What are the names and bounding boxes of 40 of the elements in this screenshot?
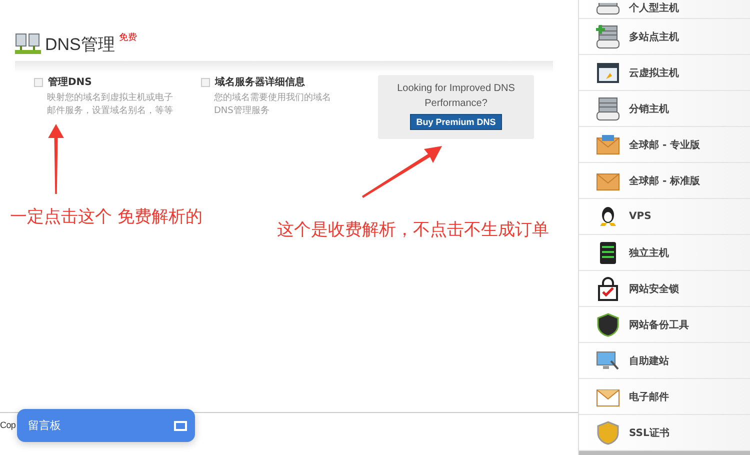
sidebar-item[interactable]: 个人型主机 — [579, 0, 750, 19]
sidebar-item[interactable]: 网站备份工具 — [579, 307, 750, 343]
shield-icon — [596, 312, 620, 336]
copyright-text: Cop — [0, 420, 16, 430]
lock-icon — [596, 276, 620, 300]
option-link[interactable]: 域名服务器详细信息 — [215, 75, 305, 89]
sidebar-item[interactable]: 电子邮件 — [579, 379, 750, 415]
free-label: 免费 — [118, 32, 137, 44]
option-link[interactable]: 管理DNS — [48, 75, 92, 89]
servers-icon — [15, 33, 41, 55]
option-description: 映射您的域名到虚拟主机或电子邮件服务，设置域名别名，等等 — [47, 92, 174, 118]
option-description: 您的域名需要使用我们的域名DNS管理服务 — [214, 92, 332, 118]
sidebar-item[interactable]: 分销主机 — [579, 91, 750, 127]
annotation-text: 一定点击这个 免费解析的 — [10, 206, 202, 228]
monitor-icon — [596, 348, 620, 372]
sidebar-item[interactable]: 全球邮 - 标准版 — [579, 163, 750, 199]
envelope-icon — [596, 132, 620, 156]
sidebar-item[interactable]: 云虚拟主机 — [579, 55, 750, 91]
expand-icon[interactable] — [201, 78, 210, 86]
server-icon — [596, 24, 620, 48]
buy-button[interactable]: Buy Premium DNS — [410, 114, 502, 130]
sidebar-item[interactable]: 独立主机 — [579, 235, 750, 271]
annotation-text: 这个是收费解析，不点击不生成订单 — [277, 219, 549, 241]
promo-text: Looking for Improved DNS Performance? — [396, 82, 516, 111]
sidebar-item[interactable]: 自助建站 — [579, 343, 750, 379]
chat-title: 留言板 — [28, 418, 61, 433]
page-title: DNS管理 — [45, 35, 115, 55]
server-icon — [596, 96, 620, 120]
maximize-icon[interactable] — [174, 420, 187, 430]
shield-icon — [596, 420, 620, 444]
expand-icon[interactable] — [34, 78, 43, 86]
sidebar-item[interactable]: 全球邮 - 专业版 — [579, 127, 750, 163]
window-icon — [596, 60, 620, 84]
sidebar-item[interactable]: SSL证书 — [579, 415, 750, 451]
annotation-arrow — [46, 124, 66, 194]
sidebar-item[interactable]: VPS — [579, 199, 750, 235]
server-icon — [596, 3, 620, 15]
sidebar-item[interactable]: 多站点主机 — [579, 19, 750, 55]
sidebar-item[interactable]: 网站安全锁 — [579, 271, 750, 307]
chat-widget[interactable]: 留言板 — [17, 409, 195, 442]
